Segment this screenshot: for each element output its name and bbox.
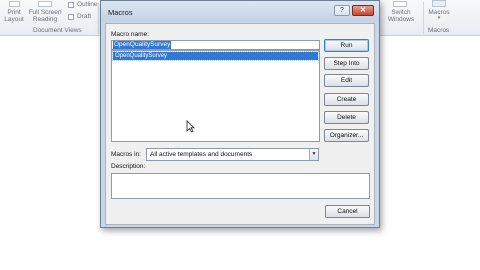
create-button[interactable]: Create <box>324 93 369 106</box>
step-into-button[interactable]: Step Into <box>324 57 369 70</box>
document-views-group-label: Document Views <box>33 27 82 34</box>
print-layout-button[interactable]: Print Layout <box>2 9 26 23</box>
chevron-down-icon: ▾ <box>437 15 441 21</box>
delete-button[interactable]: Delete <box>324 111 369 124</box>
switch-windows-icon[interactable] <box>393 1 407 7</box>
draft-label: Draft <box>77 13 92 20</box>
description-label: Description: <box>111 163 146 170</box>
macros-in-label: Macros in: <box>111 151 141 158</box>
print-layout-label: Print Layout <box>4 9 24 23</box>
switch-windows-button[interactable]: Switch Windows <box>385 9 417 23</box>
close-button[interactable]: ✕ <box>352 5 374 16</box>
macros-icon[interactable] <box>432 0 446 7</box>
run-button[interactable]: Run <box>324 39 369 52</box>
cancel-button[interactable]: Cancel <box>325 205 370 218</box>
macro-name-input[interactable]: OpenQualitySurvey <box>111 40 320 50</box>
help-button[interactable]: ? <box>334 5 350 16</box>
macros-in-select[interactable]: All active templates and documents ▼ <box>146 148 319 161</box>
macro-name-value: OpenQualitySurvey <box>113 41 172 49</box>
mouse-cursor-icon <box>186 120 195 136</box>
dialog-titlebar[interactable]: Macros ? ✕ <box>101 1 379 21</box>
list-item[interactable]: OpenQualitySurvey <box>112 51 319 61</box>
dialog-client-area: Macro name: OpenQualitySurvey OpenQualit… <box>105 23 375 225</box>
ribbon-separator <box>423 2 424 34</box>
draft-icon[interactable] <box>68 14 74 20</box>
macros-group-label: Macros <box>428 27 450 34</box>
switch-windows-label: Switch Windows <box>387 9 415 23</box>
outline-button[interactable]: Outline <box>77 1 98 8</box>
macros-dialog: Macros ? ✕ Macro name: OpenQualitySurvey… <box>100 0 380 228</box>
close-icon: ✕ <box>360 7 366 14</box>
dialog-title: Macros <box>108 8 133 17</box>
ribbon-separator <box>98 2 99 34</box>
macros-in-value: All active templates and documents <box>150 151 253 158</box>
print-layout-icon[interactable] <box>9 1 20 7</box>
full-screen-reading-icon[interactable] <box>38 1 52 7</box>
organizer-button[interactable]: Organizer... <box>324 129 369 142</box>
macro-name-label: Macro name: <box>111 31 149 38</box>
full-screen-reading-label: Full Screen Reading <box>28 9 62 23</box>
outline-label: Outline <box>77 1 98 8</box>
dropdown-arrow-icon[interactable]: ▼ <box>309 149 318 160</box>
macro-list[interactable]: OpenQualitySurvey <box>111 50 320 142</box>
macros-ribbon-button[interactable]: Macros ▾ <box>426 9 452 21</box>
edit-button[interactable]: Edit <box>324 74 369 87</box>
full-screen-reading-button[interactable]: Full Screen Reading <box>28 9 62 23</box>
description-box <box>111 173 370 199</box>
draft-button[interactable]: Draft <box>77 13 91 20</box>
help-icon: ? <box>340 7 344 14</box>
outline-icon[interactable] <box>68 2 74 8</box>
